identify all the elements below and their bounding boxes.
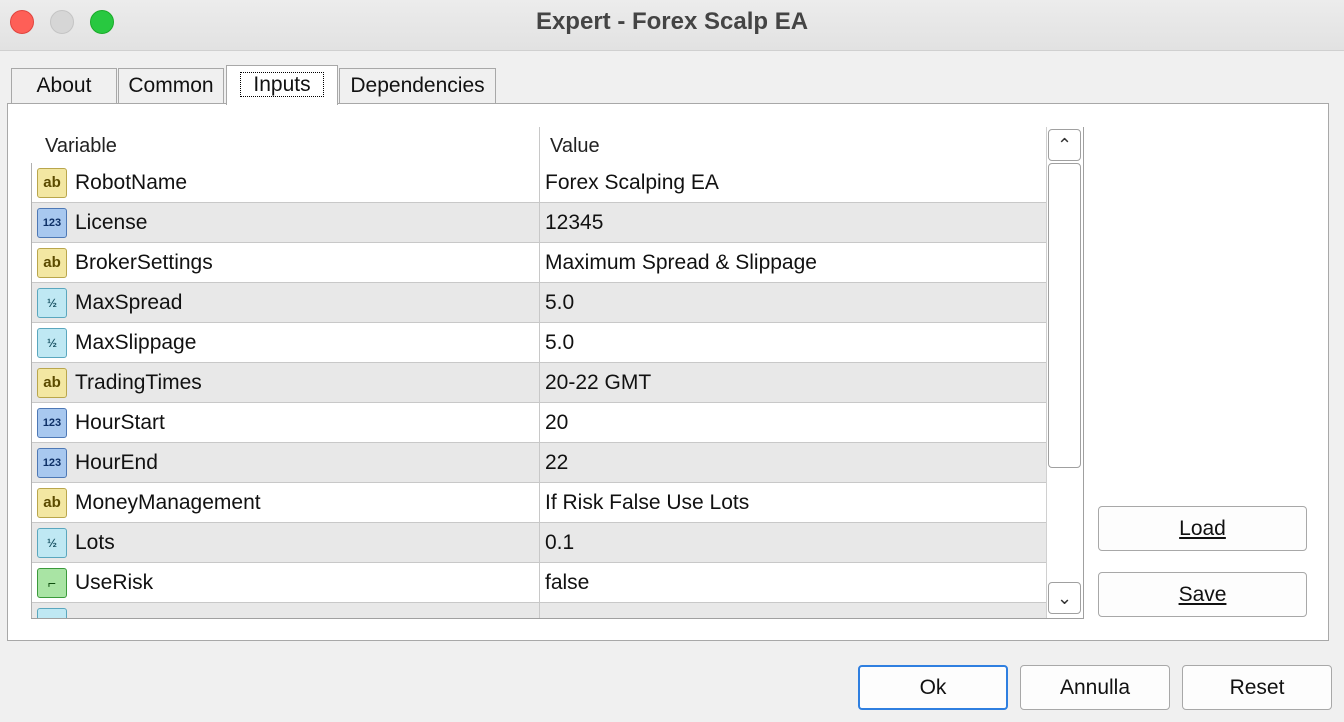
table-row[interactable]: 123 HourEnd 22 xyxy=(32,443,1046,483)
table-row[interactable]: ab BrokerSettings Maximum Spread & Slippag… xyxy=(32,243,1046,283)
value-cell[interactable]: 5.0 xyxy=(545,283,574,323)
tab-inputs-label: Inputs xyxy=(240,72,324,97)
variable-cell: MoneyManagement xyxy=(75,491,261,514)
column-divider[interactable] xyxy=(539,127,540,163)
cell-divider xyxy=(539,323,540,363)
cell-divider xyxy=(539,283,540,323)
cell-divider xyxy=(539,483,540,523)
scroll-up-button[interactable]: ⌃ xyxy=(1048,129,1081,161)
column-header-variable[interactable]: Variable xyxy=(45,127,117,163)
string-type-icon: ab xyxy=(37,248,67,278)
tab-common[interactable]: Common xyxy=(118,68,224,104)
value-cell[interactable]: 20-22 GMT xyxy=(545,363,651,403)
table-row[interactable]: ½ xyxy=(32,603,1046,618)
save-button-label: Save xyxy=(1178,583,1227,606)
value-cell[interactable]: 20 xyxy=(545,403,568,443)
variable-cell: UseRisk xyxy=(75,571,154,594)
string-type-icon: ab xyxy=(37,368,67,398)
tab-dependencies[interactable]: Dependencies xyxy=(339,68,496,104)
column-header-value[interactable]: Value xyxy=(550,127,600,163)
variable-cell: BrokerSettings xyxy=(75,251,213,274)
value-cell[interactable]: 5.0 xyxy=(545,323,574,363)
variable-cell: HourEnd xyxy=(75,451,158,474)
string-type-icon: ab xyxy=(37,168,67,198)
cell-divider xyxy=(539,243,540,283)
tab-common-label: Common xyxy=(128,74,214,97)
variable-cell: TradingTimes xyxy=(75,371,202,394)
bool-type-icon: ⌐ xyxy=(37,568,67,598)
int-type-icon: 123 xyxy=(37,408,67,438)
vertical-scrollbar[interactable]: ⌃ ⌄ xyxy=(1046,127,1083,618)
variable-cell: MaxSlippage xyxy=(75,331,197,354)
cell-divider xyxy=(539,163,540,203)
tab-dependencies-label: Dependencies xyxy=(350,74,485,97)
string-type-icon: ab xyxy=(37,488,67,518)
value-cell[interactable]: Maximum Spread & Slippage xyxy=(545,243,817,283)
variable-cell: MaxSpread xyxy=(75,291,183,314)
tab-inputs[interactable]: Inputs xyxy=(226,65,338,105)
double-type-icon: ½ xyxy=(37,528,67,558)
load-button[interactable]: Load xyxy=(1098,506,1307,551)
ok-button[interactable]: Ok xyxy=(858,665,1008,710)
value-cell[interactable]: 22 xyxy=(545,443,568,483)
table-row[interactable]: ½ Lots 0.1 xyxy=(32,523,1046,563)
int-type-icon: 123 xyxy=(37,208,67,238)
double-type-icon: ½ xyxy=(37,608,67,618)
save-button[interactable]: Save xyxy=(1098,572,1307,617)
cell-divider xyxy=(539,603,540,618)
double-type-icon: ½ xyxy=(37,288,67,318)
value-cell[interactable]: Forex Scalping EA xyxy=(545,163,719,203)
cell-divider xyxy=(539,403,540,443)
reset-button[interactable]: Reset xyxy=(1182,665,1332,710)
load-button-label: Load xyxy=(1179,517,1226,540)
value-cell[interactable]: 12345 xyxy=(545,203,603,243)
variable-cell: HourStart xyxy=(75,411,165,434)
inputs-grid: Variable Value ab RobotName Forex Scalping… xyxy=(31,127,1084,619)
cell-divider xyxy=(539,203,540,243)
scrollbar-thumb[interactable] xyxy=(1048,163,1081,468)
cell-divider xyxy=(539,563,540,603)
table-row[interactable]: ab TradingTimes 20-22 GMT xyxy=(32,363,1046,403)
table-row[interactable]: ½ MaxSpread 5.0 xyxy=(32,283,1046,323)
scroll-down-button[interactable]: ⌄ xyxy=(1048,582,1081,614)
cancel-button[interactable]: Annulla xyxy=(1020,665,1170,710)
table-row[interactable]: ab RobotName Forex Scalping EA xyxy=(32,163,1046,203)
cell-divider xyxy=(539,363,540,403)
variable-cell: RobotName xyxy=(75,171,188,194)
table-row[interactable]: ab MoneyManagement If Risk False Use Lots xyxy=(32,483,1046,523)
value-cell[interactable]: If Risk False Use Lots xyxy=(545,483,749,523)
tab-about[interactable]: About xyxy=(11,68,117,104)
table-row[interactable]: 123 License 12345 xyxy=(32,203,1046,243)
tab-about-label: About xyxy=(36,74,92,97)
table-row[interactable]: ½ MaxSlippage 5.0 xyxy=(32,323,1046,363)
window-title: Expert - Forex Scalp EA xyxy=(535,8,809,35)
value-cell[interactable]: false xyxy=(545,563,589,603)
table-row[interactable]: ⌐ UseRisk false xyxy=(32,563,1046,603)
int-type-icon: 123 xyxy=(37,448,67,478)
cell-divider xyxy=(539,523,540,563)
title-bar: Expert - Forex Scalp EA xyxy=(0,0,1344,51)
cell-divider xyxy=(539,443,540,483)
variable-cell: License xyxy=(75,211,148,234)
value-cell[interactable]: 0.1 xyxy=(545,523,574,563)
double-type-icon: ½ xyxy=(37,328,67,358)
grid-rows: ab RobotName Forex Scalping EA 123 License 12… xyxy=(31,163,1046,618)
variable-cell: Lots xyxy=(75,531,115,554)
table-row[interactable]: 123 HourStart 20 xyxy=(32,403,1046,443)
